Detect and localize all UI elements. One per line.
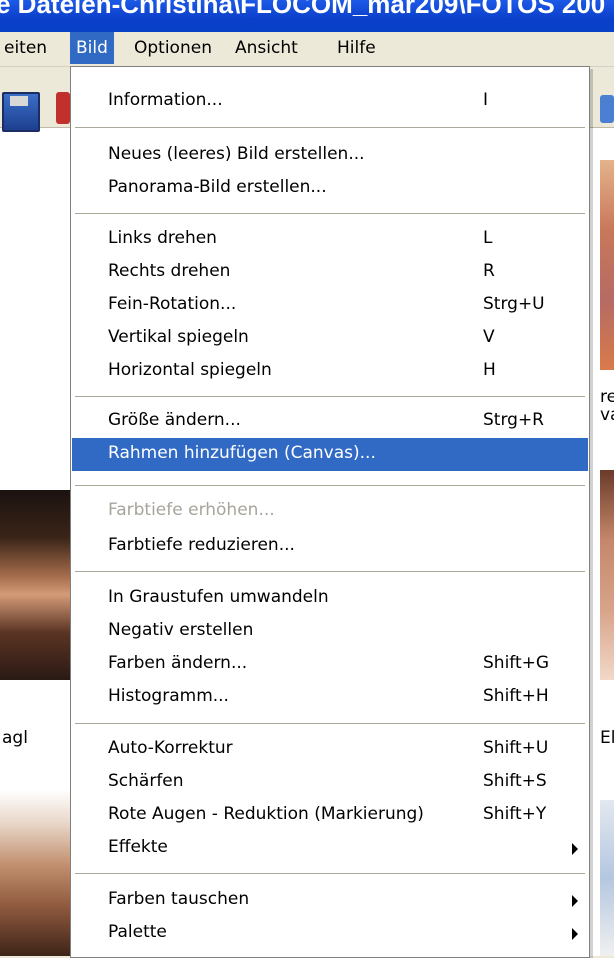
menu-item-information[interactable]: Information... I [72, 85, 588, 118]
menu-separator [75, 723, 585, 724]
thumbnail-image[interactable] [600, 800, 614, 956]
menu-item-horizontal-spiegeln[interactable]: Horizontal spiegeln H [72, 355, 588, 388]
menu-item-label: Auto-Korrektur [108, 738, 233, 758]
menu-separator [75, 485, 585, 486]
menu-hilfe[interactable]: Hilfe [331, 32, 382, 64]
menu-item-shortcut: Strg+U [483, 294, 545, 314]
menu-ansicht[interactable]: Ansicht [229, 32, 304, 64]
menu-item-schaerfen[interactable]: Schärfen Shift+S [72, 766, 588, 799]
menu-optionen[interactable]: Optionen [128, 32, 218, 64]
menu-item-shortcut: R [483, 261, 495, 281]
menu-item-rechts-drehen[interactable]: Rechts drehen R [72, 256, 588, 289]
menu-item-shortcut: V [483, 327, 495, 347]
menu-item-shortcut: H [483, 360, 496, 380]
submenu-arrow-icon [572, 928, 578, 940]
menu-item-label: Größe ändern... [108, 410, 241, 430]
menu-item-shortcut: L [483, 228, 493, 248]
menu-item-label: Farben tauschen [108, 889, 250, 909]
thumbnail-image[interactable] [0, 490, 70, 680]
menu-item-label: In Graustufen umwandeln [108, 587, 329, 607]
menu-item-neues-bild[interactable]: Neues (leeres) Bild erstellen... [72, 139, 588, 172]
menu-item-label: Rahmen hinzufügen (Canvas)... [108, 443, 376, 463]
window-title: e Dateien-Christina\FLOCOM_mar209\FOTOS … [0, 0, 606, 19]
menu-item-histogramm[interactable]: Histogramm... Shift+H [72, 681, 588, 714]
thumbnail-image[interactable] [600, 160, 614, 370]
menu-item-label: Farben ändern... [108, 653, 248, 673]
menu-item-graustufen[interactable]: In Graustufen umwandeln [72, 582, 588, 615]
menu-separator [75, 127, 585, 128]
thumbnail-image[interactable] [0, 790, 70, 956]
menu-item-shortcut: Strg+R [483, 410, 544, 430]
thumbnail-caption: El [600, 728, 614, 748]
submenu-arrow-icon [572, 895, 578, 907]
menu-item-label: Histogramm... [108, 686, 229, 706]
thumbnail-caption: agl [2, 728, 28, 748]
bild-dropdown-menu: Information... I Neues (leeres) Bild ers… [70, 66, 590, 958]
save-icon[interactable] [2, 92, 40, 132]
menu-item-shortcut: Shift+H [483, 686, 549, 706]
menu-item-label: Rote Augen - Reduktion (Markierung) [108, 804, 424, 824]
menu-item-shortcut: I [483, 90, 489, 110]
menu-item-farben-aendern[interactable]: Farben ändern... Shift+G [72, 648, 588, 681]
menu-item-groesse-aendern[interactable]: Größe ändern... Strg+R [72, 405, 588, 438]
menu-item-shortcut: Shift+S [483, 771, 547, 791]
menu-bild[interactable]: Bild [70, 32, 114, 64]
menu-item-vertikal-spiegeln[interactable]: Vertikal spiegeln V [72, 322, 588, 355]
menu-item-farbtiefe-reduzieren[interactable]: Farbtiefe reduzieren... [72, 530, 588, 563]
submenu-arrow-icon [572, 843, 578, 855]
toolbar-right-icon[interactable] [600, 95, 614, 123]
menu-item-rote-augen[interactable]: Rote Augen - Reduktion (Markierung) Shif… [72, 799, 588, 832]
menu-item-label: Horizontal spiegeln [108, 360, 272, 380]
menu-item-label: Rechts drehen [108, 261, 231, 281]
menu-item-shortcut: Shift+G [483, 653, 550, 673]
menu-item-farben-tauschen[interactable]: Farben tauschen [72, 884, 588, 917]
menu-item-palette[interactable]: Palette [72, 917, 588, 950]
menu-item-label: Palette [108, 922, 167, 942]
menu-item-label: Farbtiefe reduzieren... [108, 535, 295, 555]
menu-item-rahmen-hinzufuegen[interactable]: Rahmen hinzufügen (Canvas)... [72, 438, 588, 471]
menu-item-label: Farbtiefe erhöhen... [108, 500, 275, 520]
menu-bearbeiten[interactable]: eiten [0, 32, 53, 64]
menu-item-shortcut: Shift+U [483, 738, 549, 758]
tool-icon[interactable] [56, 92, 70, 124]
thumbnail-image[interactable] [600, 470, 614, 680]
window-title-bar[interactable]: e Dateien-Christina\FLOCOM_mar209\FOTOS … [0, 0, 614, 32]
menu-item-label: Information... [108, 90, 223, 110]
menu-item-label: Effekte [108, 837, 168, 857]
menu-item-label: Fein-Rotation... [108, 294, 237, 314]
menu-item-effekte[interactable]: Effekte [72, 832, 588, 865]
menu-item-label: Links drehen [108, 228, 217, 248]
menu-separator [75, 873, 585, 874]
menu-item-links-drehen[interactable]: Links drehen L [72, 223, 588, 256]
menu-item-label: Panorama-Bild erstellen... [108, 177, 327, 197]
menu-item-panorama[interactable]: Panorama-Bild erstellen... [72, 172, 588, 205]
menu-separator [75, 213, 585, 214]
menu-item-label: Vertikal spiegeln [108, 327, 249, 347]
menu-item-farbtiefe-erhoehen: Farbtiefe erhöhen... [72, 495, 588, 528]
menu-separator [75, 571, 585, 572]
menu-bar: eiten Bild Optionen Ansicht Hilfe [0, 32, 614, 67]
menu-item-label: Schärfen [108, 771, 184, 791]
menu-item-auto-korrektur[interactable]: Auto-Korrektur Shift+U [72, 733, 588, 766]
menu-item-fein-rotation[interactable]: Fein-Rotation... Strg+U [72, 289, 588, 322]
thumbnail-caption: re va [600, 387, 614, 425]
menu-item-label: Negativ erstellen [108, 620, 254, 640]
menu-separator [75, 396, 585, 397]
menu-item-label: Neues (leeres) Bild erstellen... [108, 144, 365, 164]
menu-item-negativ[interactable]: Negativ erstellen [72, 615, 588, 648]
menu-item-shortcut: Shift+Y [483, 804, 547, 824]
